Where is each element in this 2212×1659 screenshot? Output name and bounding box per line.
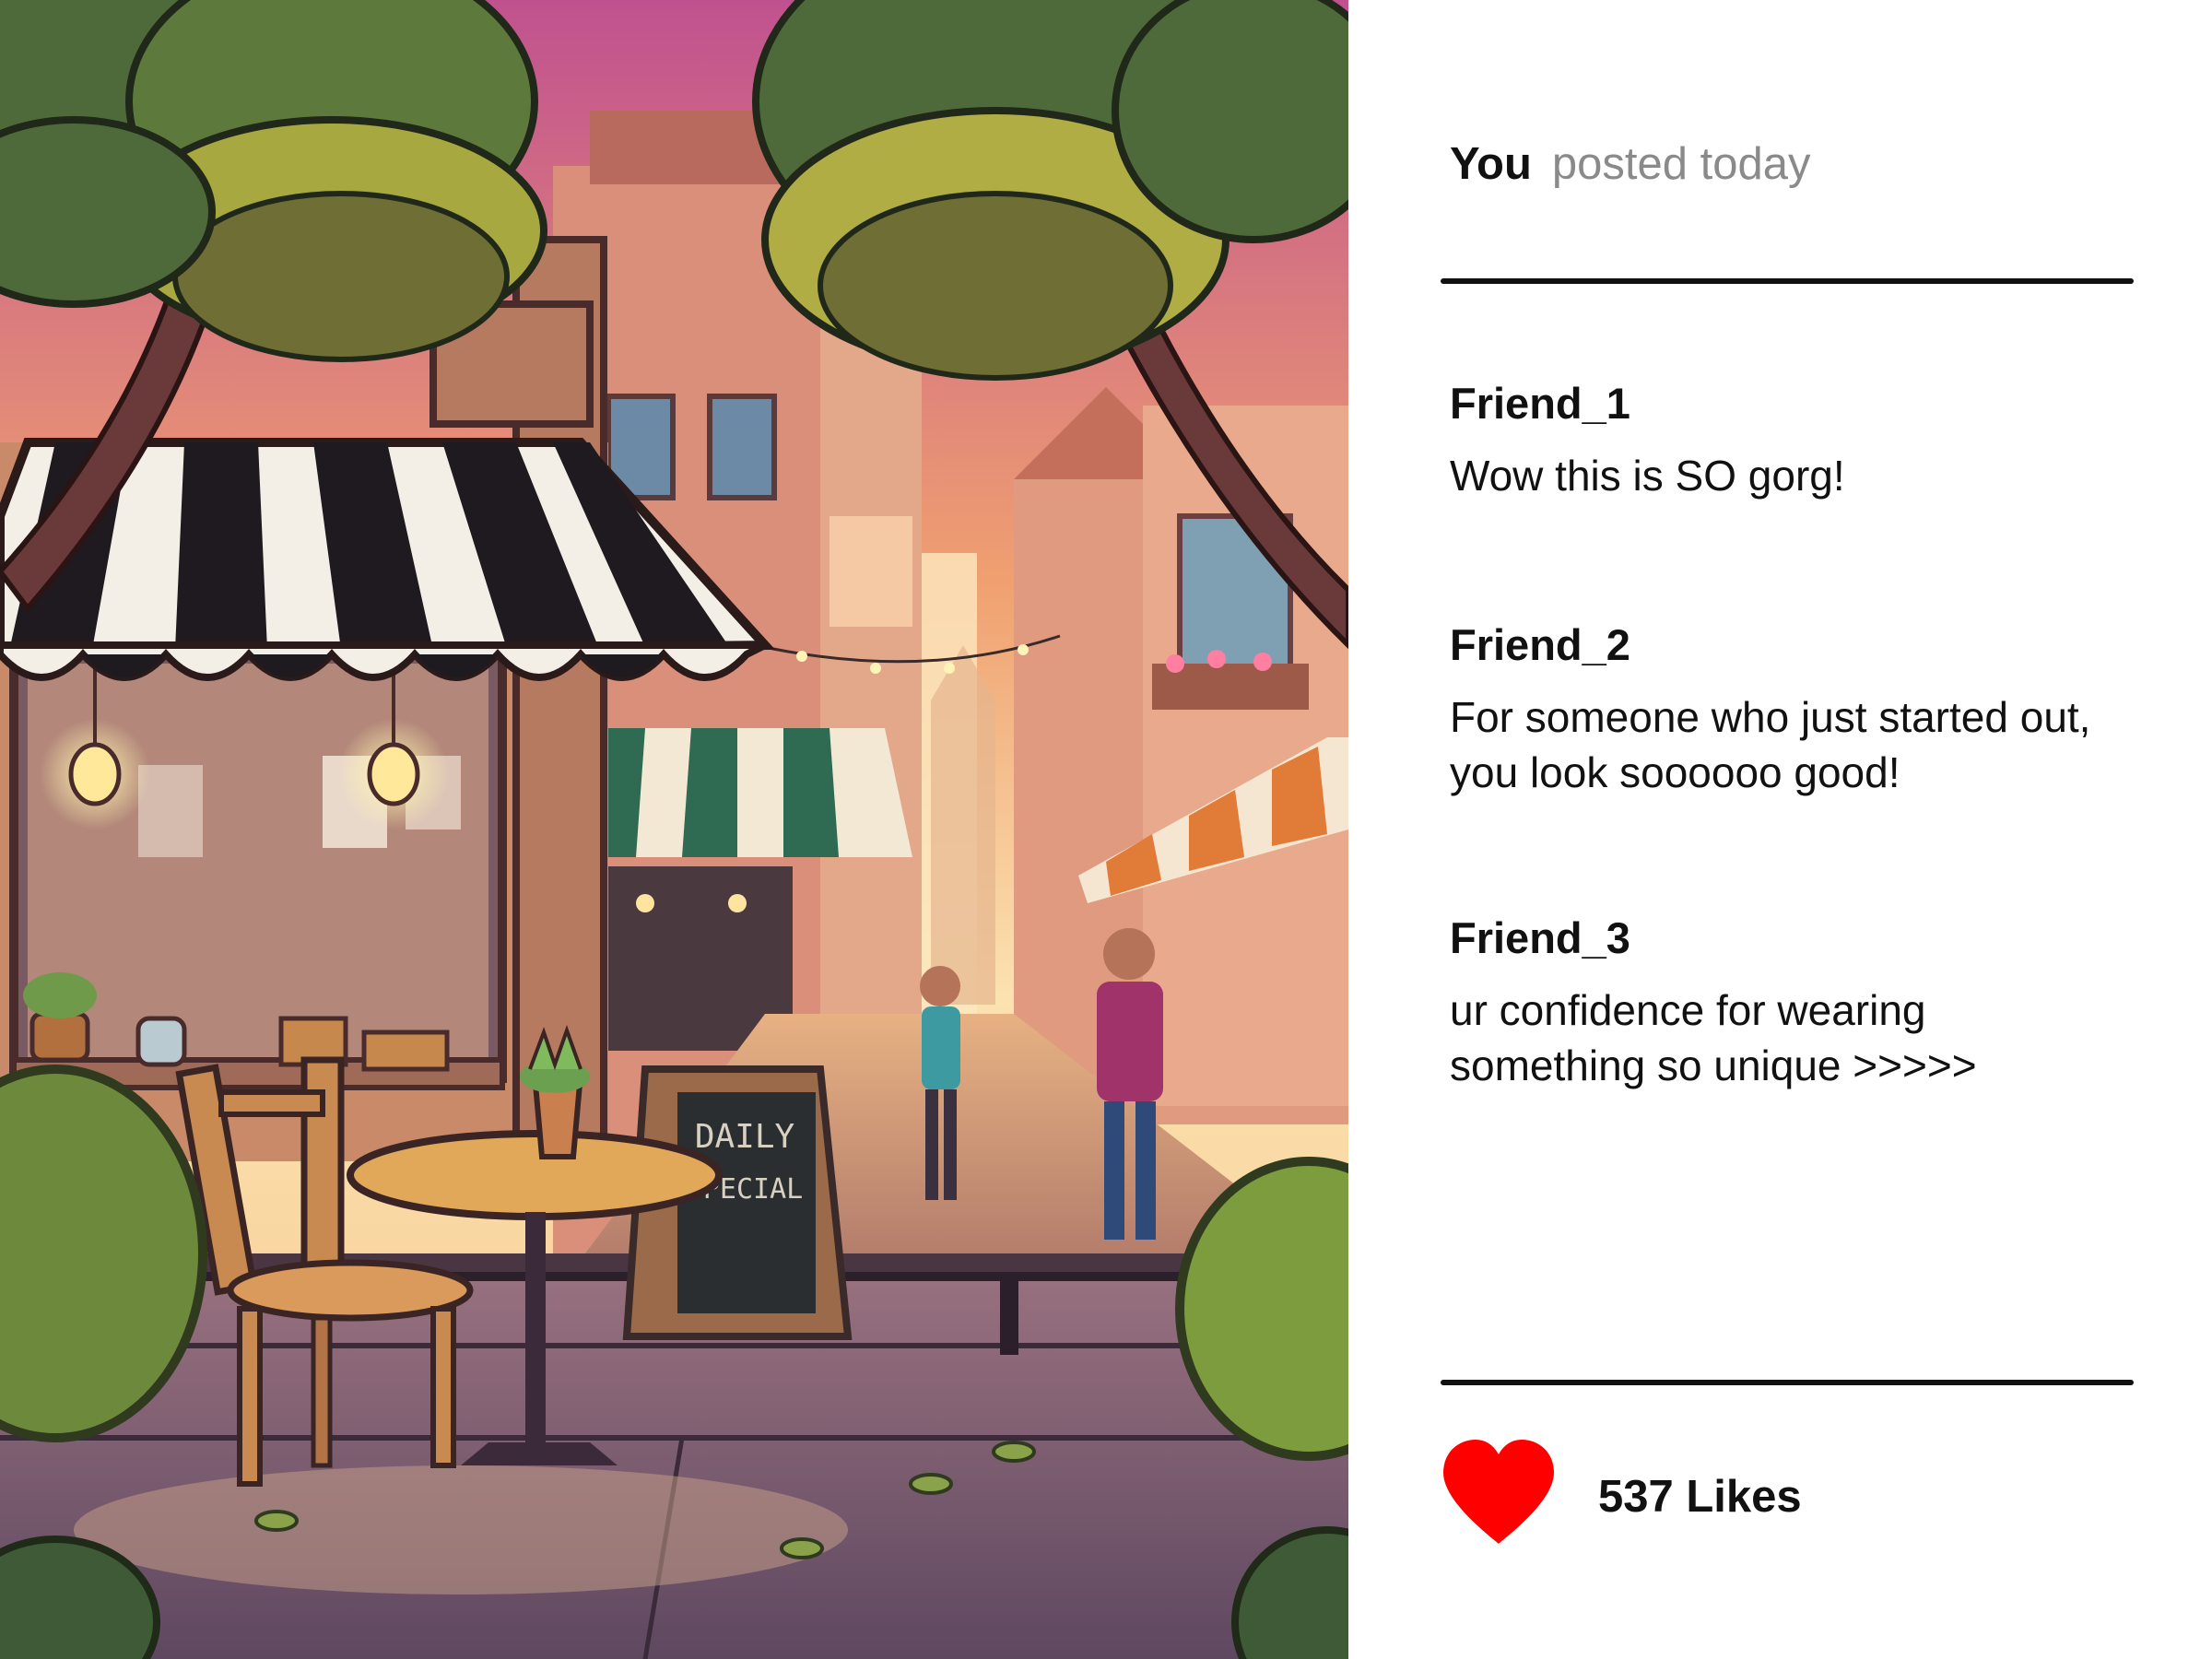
post-header: You posted today <box>1450 136 1811 192</box>
comment-username[interactable]: Friend_2 <box>1450 619 2113 671</box>
heart-icon[interactable] <box>1439 1438 1559 1548</box>
post-timestamp: posted today <box>1551 139 1811 189</box>
cafe-illustration: DAILY SPECIAL <box>0 0 1348 1659</box>
comment-text: ur confidence for wearing something so u… <box>1450 986 1977 1089</box>
comment-text: For someone who just started out, you lo… <box>1450 693 2091 796</box>
comment-username[interactable]: Friend_3 <box>1450 912 2113 964</box>
sign-text-daily: DAILY <box>695 1118 795 1156</box>
comment-text: Wow this is SO gorg! <box>1450 452 1845 500</box>
comment-item: Friend_3 ur confidence for wearing somet… <box>1450 912 2113 1093</box>
footer-divider <box>1441 1380 2134 1385</box>
post-image[interactable]: DAILY SPECIAL <box>0 0 1348 1659</box>
post-author[interactable]: You <box>1450 139 1532 189</box>
comment-item: Friend_1 Wow this is SO gorg! <box>1450 378 2113 503</box>
header-divider <box>1441 278 2134 284</box>
likes-row: 537 Likes <box>1439 1438 2102 1558</box>
left-tree-foliage <box>0 0 547 362</box>
likes-count[interactable]: 537 Likes <box>1598 1469 1802 1524</box>
post-details-panel: You posted today Friend_1 Wow this is SO … <box>1348 0 2212 1659</box>
comment-item: Friend_2 For someone who just started ou… <box>1450 619 2113 800</box>
comment-username[interactable]: Friend_1 <box>1450 378 2113 429</box>
